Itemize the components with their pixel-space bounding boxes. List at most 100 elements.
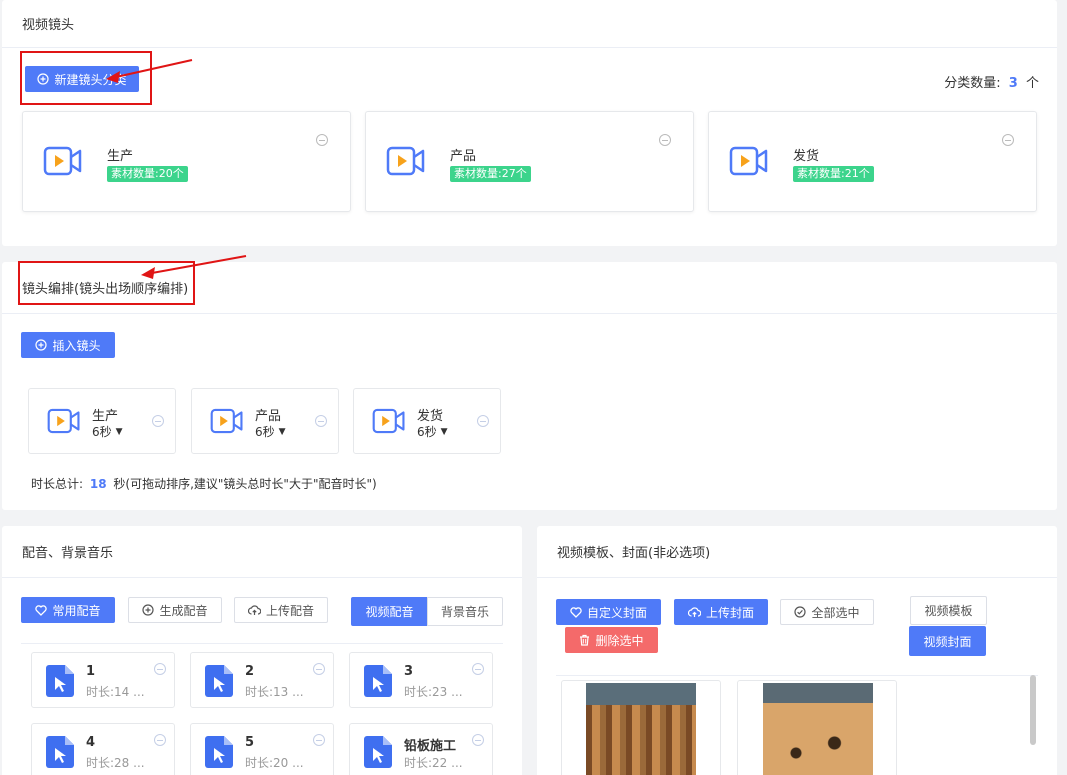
- annotation-box-new-category: [20, 51, 152, 105]
- remove-icon[interactable]: [313, 663, 325, 675]
- audio-duration: 时长:23 ...: [404, 685, 463, 699]
- insert-shot-button[interactable]: 插入镜头: [21, 332, 115, 358]
- category-count-value: 3: [1008, 76, 1018, 91]
- audio-duration: 时长:28 ...: [86, 756, 145, 770]
- shot-card[interactable]: 产品 6秒 ▼: [191, 388, 339, 454]
- audio-file-icon: [205, 665, 233, 697]
- tab-background-music[interactable]: 背景音乐: [427, 597, 503, 626]
- upload-cover-label: 上传封面: [705, 605, 754, 620]
- duration-value: 6秒: [417, 425, 437, 439]
- tab-video-voice-label: 视频配音: [365, 605, 414, 619]
- audio-item[interactable]: 1 时长:14 ...: [31, 652, 175, 708]
- cover-image: [586, 683, 696, 775]
- remove-icon[interactable]: [472, 663, 484, 675]
- category-count-unit: 个: [1025, 76, 1039, 91]
- cloud-upload-icon: [247, 604, 261, 615]
- remove-icon[interactable]: [477, 415, 489, 427]
- remove-icon[interactable]: [154, 663, 166, 675]
- audio-file-icon: [364, 665, 392, 697]
- audio-item[interactable]: 2 时长:13 ...: [190, 652, 334, 708]
- category-card[interactable]: 生产 素材数量:20个: [22, 111, 351, 212]
- material-count-badge: 素材数量:20个: [107, 166, 188, 182]
- select-all-label: 全部选中: [811, 605, 860, 620]
- upload-voice-button[interactable]: 上传配音: [234, 597, 328, 623]
- upload-voice-label: 上传配音: [265, 603, 314, 618]
- tab-video-template[interactable]: 视频模板: [910, 596, 987, 625]
- audio-item[interactable]: 3 时长:23 ...: [349, 652, 493, 708]
- delete-selected-button[interactable]: 删除选中: [565, 627, 658, 653]
- material-count-badge: 素材数量:27个: [450, 166, 531, 182]
- generate-voice-button[interactable]: 生成配音: [128, 597, 222, 623]
- video-camera-icon: [386, 146, 425, 176]
- video-shots-title: 视频镜头: [22, 18, 75, 33]
- category-card[interactable]: 发货 素材数量:21个: [708, 111, 1037, 212]
- insert-shot-label: 插入镜头: [52, 338, 101, 353]
- audio-duration: 时长:20 ...: [245, 756, 304, 770]
- category-name: 产品: [450, 149, 477, 164]
- cloud-upload-icon: [687, 606, 701, 617]
- shot-card[interactable]: 生产 6秒 ▼: [28, 388, 176, 454]
- tab-video-cover-label: 视频封面: [923, 634, 972, 649]
- shot-card[interactable]: 发货 6秒 ▼: [353, 388, 501, 454]
- category-count-label: 分类数量:: [944, 76, 1001, 91]
- caret-down-icon: ▼: [115, 426, 123, 437]
- remove-icon[interactable]: [472, 734, 484, 746]
- duration-select[interactable]: 6秒 ▼: [92, 423, 123, 440]
- delete-selected-label: 删除选中: [595, 633, 644, 648]
- remove-icon[interactable]: [152, 415, 164, 427]
- audio-title: 2: [245, 664, 255, 679]
- caret-down-icon: ▼: [278, 426, 286, 437]
- audio-title: 铅板施工: [404, 739, 457, 754]
- audio-duration: 时长:22 ...: [404, 756, 463, 770]
- remove-icon[interactable]: [315, 415, 327, 427]
- remove-icon[interactable]: [1002, 134, 1014, 146]
- tab-video-voice[interactable]: 视频配音: [351, 597, 428, 626]
- common-voice-button[interactable]: 常用配音: [21, 597, 115, 623]
- cover-thumbnail[interactable]: [561, 680, 721, 775]
- template-title: 视频模板、封面(非必选项): [557, 546, 711, 561]
- audio-title: 配音、背景音乐: [22, 546, 114, 561]
- audio-item[interactable]: 4 时长:28 ...: [31, 723, 175, 775]
- category-name: 发货: [793, 149, 820, 164]
- video-shots-header: 视频镜头: [2, 0, 1057, 48]
- total-duration-value: 18: [89, 477, 107, 491]
- custom-cover-button[interactable]: 自定义封面: [556, 599, 661, 625]
- plus-circle-icon: [142, 604, 155, 616]
- audio-list-divider: [21, 643, 503, 644]
- cover-thumbnail[interactable]: [737, 680, 897, 775]
- remove-icon[interactable]: [659, 134, 671, 146]
- duration-select[interactable]: 6秒 ▼: [417, 423, 448, 440]
- cover-image: [763, 683, 873, 775]
- scrollbar-thumb[interactable]: [1030, 675, 1036, 745]
- heart-icon: [35, 604, 48, 616]
- upload-cover-button[interactable]: 上传封面: [674, 599, 768, 625]
- audio-title: 1: [86, 664, 96, 679]
- audio-file-icon: [364, 736, 392, 768]
- remove-icon[interactable]: [313, 734, 325, 746]
- audio-item[interactable]: 5 时长:20 ...: [190, 723, 334, 775]
- generate-voice-label: 生成配音: [159, 603, 208, 618]
- audio-duration: 时长:14 ...: [86, 685, 145, 699]
- video-camera-icon: [43, 146, 82, 176]
- remove-icon[interactable]: [154, 734, 166, 746]
- audio-item[interactable]: 铅板施工 时长:22 ...: [349, 723, 493, 775]
- cover-image-top: [586, 683, 696, 705]
- caret-down-icon: ▼: [440, 426, 448, 437]
- total-duration-label: 时长总计:: [31, 477, 84, 491]
- check-circle-icon: [794, 606, 807, 618]
- remove-icon[interactable]: [316, 134, 328, 146]
- category-card[interactable]: 产品 素材数量:27个: [365, 111, 694, 212]
- duration-select[interactable]: 6秒 ▼: [255, 423, 286, 440]
- total-duration-hint: 秒(可拖动排序,建议"镜头总时长"大于"配音时长"): [113, 477, 377, 491]
- tab-video-cover[interactable]: 视频封面: [909, 626, 986, 656]
- tab-video-template-label: 视频模板: [924, 604, 973, 618]
- trash-icon: [580, 634, 590, 646]
- video-camera-icon: [47, 408, 80, 434]
- plus-circle-icon: [35, 339, 48, 351]
- video-camera-icon: [210, 408, 243, 434]
- audio-file-icon: [205, 736, 233, 768]
- select-all-button[interactable]: 全部选中: [780, 599, 874, 625]
- shot-name: 生产: [92, 409, 119, 424]
- category-count: 分类数量: 3 个: [944, 72, 1039, 91]
- category-name: 生产: [107, 149, 134, 164]
